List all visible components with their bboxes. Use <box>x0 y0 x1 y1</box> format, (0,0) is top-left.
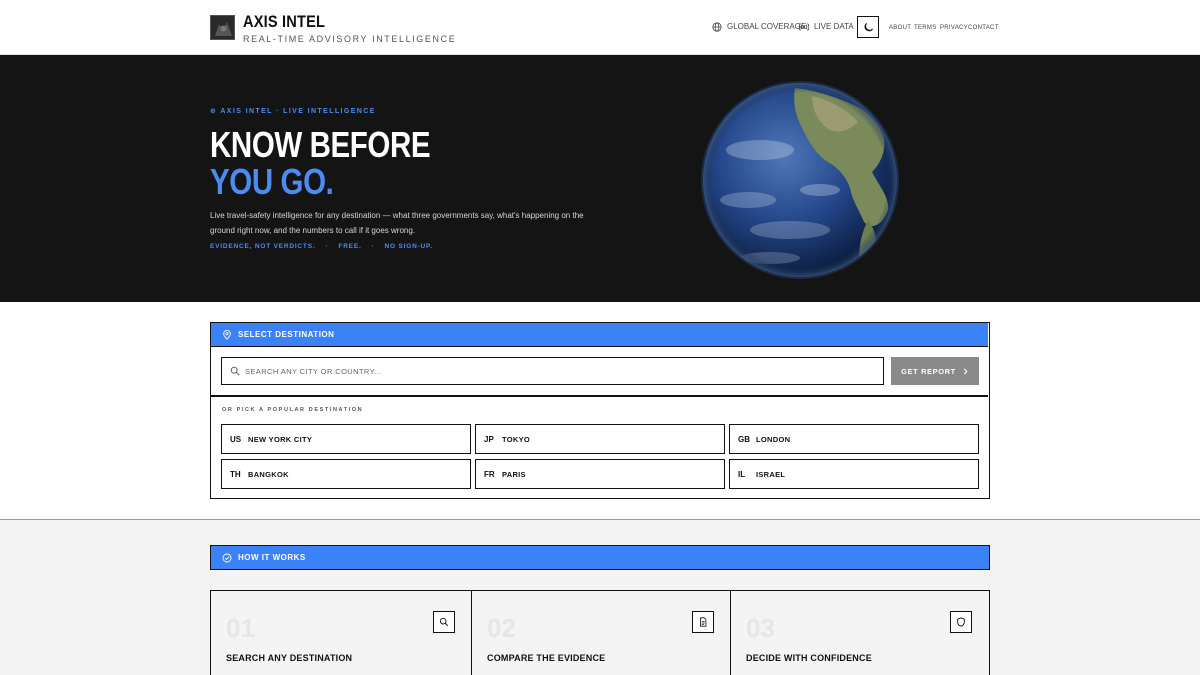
nav-contact[interactable]: CONTACT <box>968 24 999 32</box>
hero-tag-no-signup: NO SIGN-UP. <box>384 243 433 250</box>
country-code: GB <box>738 434 750 444</box>
brand-title[interactable]: AXIS INTEL <box>243 13 325 31</box>
destination-israel[interactable]: IL ISRAEL <box>729 459 979 489</box>
moon-icon <box>864 22 873 31</box>
step-number: 01 <box>226 613 255 643</box>
document-icon <box>700 617 707 627</box>
hero-tags: EVIDENCE, NOT VERDICTS. · FREE. · NO SIG… <box>210 242 433 251</box>
country-code: TH <box>230 469 241 479</box>
destination-search-input[interactable]: SEARCH ANY CITY OR COUNTRY... <box>221 357 884 385</box>
country-code: JP <box>484 434 494 444</box>
select-destination-panel: SELECT DESTINATION SEARCH ANY CITY OR CO… <box>210 322 990 499</box>
how-it-works-section: HOW IT WORKS 01 SEARCH ANY DESTINATION 0… <box>0 520 1200 675</box>
header-separator: · <box>789 22 792 31</box>
global-coverage-label: GLOBAL COVERAGE <box>727 22 807 31</box>
popular-destinations-label: OR PICK A POPULAR DESTINATION <box>222 407 364 413</box>
search-icon <box>439 617 449 627</box>
hero-headline-line1: KNOW BEFORE <box>210 124 431 165</box>
hero-kicker: ⊕ AXIS INTEL · LIVE INTELLIGENCE <box>210 108 376 115</box>
step-card-search: 01 SEARCH ANY DESTINATION <box>210 590 472 675</box>
hero-section: ⊕ AXIS INTEL · LIVE INTELLIGENCE KNOW BE… <box>0 55 1200 302</box>
check-circle-icon <box>222 553 232 562</box>
how-it-works-title: HOW IT WORKS <box>238 553 306 562</box>
step-number: 03 <box>746 613 775 643</box>
city-name: LONDON <box>756 434 791 444</box>
destination-paris[interactable]: FR PARIS <box>475 459 725 489</box>
earth-globe-image <box>701 81 899 279</box>
city-name: BANGKOK <box>248 469 289 479</box>
step-icon-box <box>950 611 972 633</box>
hero-description: Live travel-safety intelligence for any … <box>210 211 584 235</box>
step-number: 02 <box>487 613 516 643</box>
step-title: SEARCH ANY DESTINATION <box>226 653 353 663</box>
get-report-label: GET REPORT <box>901 366 956 376</box>
nav-privacy[interactable]: PRIVACY <box>940 24 968 32</box>
country-code: US <box>230 434 242 444</box>
step-card-decide: 03 DECIDE WITH CONFIDENCE <box>730 590 990 675</box>
destination-bangkok[interactable]: TH BANGKOK <box>221 459 471 489</box>
city-name: PARIS <box>502 469 526 479</box>
nav-about[interactable]: ABOUT <box>889 24 911 32</box>
nav-terms[interactable]: TERMS <box>914 24 937 32</box>
step-icon-box <box>692 611 714 633</box>
hero-tag-separator: · <box>371 243 375 250</box>
hero-tag-separator: · <box>325 243 329 250</box>
get-report-button[interactable]: GET REPORT <box>891 357 979 385</box>
destination-tokyo[interactable]: JP TOKYO <box>475 424 725 454</box>
step-icon-box <box>433 611 455 633</box>
step-card-compare: 02 COMPARE THE EVIDENCE <box>471 590 731 675</box>
live-data-indicator: LIVE DATA <box>799 22 854 32</box>
panel-divider <box>211 395 988 397</box>
city-name: ISRAEL <box>756 469 786 479</box>
city-name: NEW YORK CITY <box>248 434 313 444</box>
chevron-right-icon <box>963 368 968 374</box>
step-title: DECIDE WITH CONFIDENCE <box>746 653 872 663</box>
hero-headline-line2: YOU GO. <box>210 161 334 202</box>
logo-icon <box>211 16 234 39</box>
globe-icon <box>712 22 722 32</box>
hero-tag-evidence: EVIDENCE, NOT VERDICTS. <box>210 243 316 250</box>
broadcast-icon <box>799 23 809 31</box>
global-coverage-indicator: GLOBAL COVERAGE <box>712 22 806 32</box>
how-it-works-header: HOW IT WORKS <box>210 545 990 570</box>
city-name: TOKYO <box>502 434 531 444</box>
brand-subtitle: REAL-TIME ADVISORY INTELLIGENCE <box>243 34 457 44</box>
search-placeholder: SEARCH ANY CITY OR COUNTRY... <box>245 366 382 376</box>
site-header: AXIS INTEL REAL-TIME ADVISORY INTELLIGEN… <box>0 0 1200 55</box>
live-data-label: LIVE DATA <box>814 22 854 31</box>
theme-toggle-button[interactable] <box>857 16 879 38</box>
destination-new-york-city[interactable]: US NEW YORK CITY <box>221 424 471 454</box>
shield-icon <box>957 617 965 627</box>
map-pin-icon <box>223 329 231 340</box>
search-icon <box>230 366 240 376</box>
select-destination-header: SELECT DESTINATION <box>211 323 988 347</box>
brand-logo[interactable] <box>210 15 235 40</box>
destination-london[interactable]: GB LONDON <box>729 424 979 454</box>
select-destination-title: SELECT DESTINATION <box>238 330 335 339</box>
country-code: IL <box>738 469 746 479</box>
step-title: COMPARE THE EVIDENCE <box>487 653 606 663</box>
hero-tag-free: FREE. <box>338 243 362 250</box>
country-code: FR <box>484 469 495 479</box>
